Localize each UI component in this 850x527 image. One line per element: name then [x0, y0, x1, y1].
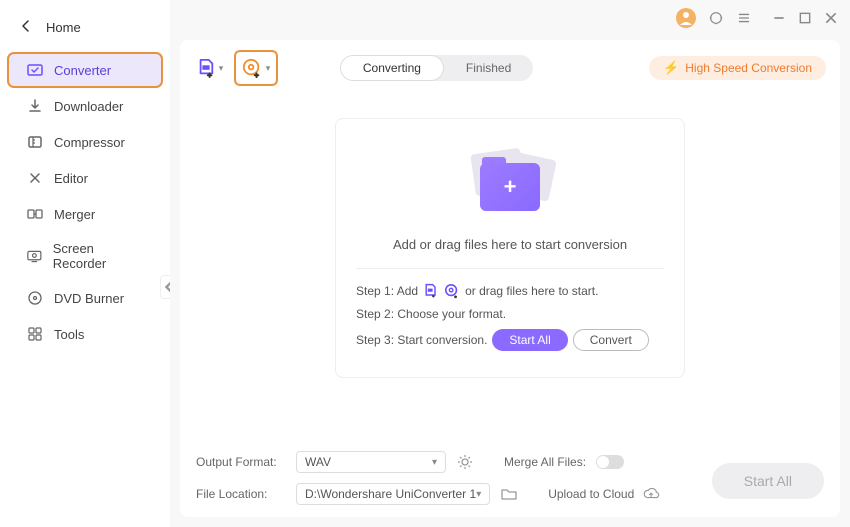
sidebar-item-downloader[interactable]: Downloader [8, 89, 162, 123]
merge-label: Merge All Files: [504, 455, 586, 469]
high-speed-badge[interactable]: ⚡ High Speed Conversion [649, 56, 826, 80]
convert-sample-button: Convert [573, 329, 649, 351]
converter-icon [26, 61, 44, 79]
add-file-button[interactable]: ▾ [194, 52, 226, 84]
start-all-button[interactable]: Start All [712, 463, 824, 499]
sidebar-item-label: DVD Burner [54, 291, 124, 306]
step1-suffix: or drag files here to start. [465, 284, 598, 298]
start-all-sample-button: Start All [492, 329, 567, 351]
avatar[interactable] [676, 8, 696, 28]
chevron-down-icon: ▾ [266, 63, 271, 74]
sidebar-item-compressor[interactable]: Compressor [8, 125, 162, 159]
back-icon [18, 18, 34, 37]
chevron-down-icon: ▾ [432, 457, 437, 468]
file-location-select[interactable]: D:\Wondershare UniConverter 1 ▾ [296, 483, 490, 505]
sidebar-item-label: Merger [54, 207, 95, 222]
tab-finished[interactable]: Finished [444, 55, 533, 81]
sidebar-item-tools[interactable]: Tools [8, 317, 162, 351]
maximize-button[interactable] [798, 11, 812, 25]
sidebar-item-label: Tools [54, 327, 84, 342]
drop-zone[interactable]: + Add or drag files here to start conver… [335, 118, 685, 378]
chevron-down-icon: ▾ [219, 63, 224, 74]
minimize-button[interactable] [772, 11, 786, 25]
add-dvd-icon [444, 283, 460, 299]
close-button[interactable] [824, 11, 838, 25]
sidebar-item-converter[interactable]: Converter [8, 53, 162, 87]
home-label: Home [46, 20, 81, 35]
home-button[interactable]: Home [0, 10, 170, 45]
open-folder-icon[interactable] [500, 485, 518, 503]
menu-icon[interactable] [736, 10, 752, 26]
editor-icon [26, 169, 44, 187]
sidebar-item-label: Editor [54, 171, 88, 186]
merger-icon [26, 205, 44, 223]
sidebar-item-screen-recorder[interactable]: Screen Recorder [8, 233, 162, 279]
add-dvd-button[interactable]: ▾ [234, 50, 278, 86]
step3-text: Step 3: Start conversion. [356, 333, 487, 347]
step1-prefix: Step 1: Add [356, 284, 418, 298]
bolt-icon: ⚡ [663, 60, 679, 76]
sidebar-item-label: Compressor [54, 135, 125, 150]
tools-icon [26, 325, 44, 343]
downloader-icon [26, 97, 44, 115]
sidebar-item-dvd-burner[interactable]: DVD Burner [8, 281, 162, 315]
output-format-select[interactable]: WAV ▾ [296, 451, 446, 473]
sidebar-item-merger[interactable]: Merger [8, 197, 162, 231]
add-file-icon [423, 283, 439, 299]
screen-recorder-icon [26, 247, 43, 265]
support-icon[interactable] [708, 10, 724, 26]
tab-converting[interactable]: Converting [340, 55, 444, 81]
sidebar-item-label: Screen Recorder [53, 241, 144, 271]
dvd-burner-icon [26, 289, 44, 307]
cloud-label: Upload to Cloud [548, 487, 634, 501]
sidebar-item-label: Converter [54, 63, 111, 78]
folder-icon: + [465, 149, 555, 219]
cloud-icon[interactable] [642, 485, 660, 503]
sidebar-item-label: Downloader [54, 99, 123, 114]
drop-caption: Add or drag files here to start conversi… [356, 237, 664, 252]
settings-icon[interactable] [456, 453, 474, 471]
step2-text: Step 2: Choose your format. [356, 307, 506, 321]
status-tabs: Converting Finished [340, 55, 533, 81]
compressor-icon [26, 133, 44, 151]
sidebar-item-editor[interactable]: Editor [8, 161, 162, 195]
file-location-label: File Location: [196, 487, 286, 501]
output-format-label: Output Format: [196, 455, 286, 469]
chevron-down-icon: ▾ [476, 489, 481, 500]
merge-toggle[interactable] [596, 455, 624, 469]
